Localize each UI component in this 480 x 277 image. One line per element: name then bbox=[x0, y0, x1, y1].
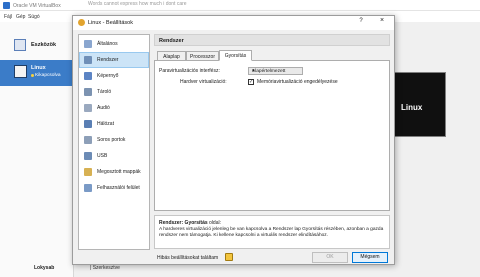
section-title: Rendszer bbox=[159, 37, 184, 44]
paravirt-label: Paravirtualizációs interfész: bbox=[159, 68, 220, 74]
chevron-down-icon: ▾ bbox=[252, 68, 255, 74]
section-header: Rendszer bbox=[154, 34, 390, 46]
background-snippet-text: Words cannot express how much i dont car… bbox=[88, 1, 187, 7]
category-display[interactable]: Képernyő bbox=[80, 69, 148, 83]
nested-paging-label: Memóriavirtualizáció engedélyezése bbox=[257, 79, 338, 85]
details-panel-right bbox=[388, 22, 480, 277]
category-network[interactable]: Hálózat bbox=[80, 117, 148, 131]
tools-label: Eszközök bbox=[31, 42, 57, 48]
category-label: Tároló bbox=[97, 89, 112, 95]
category-label: Hálózat bbox=[97, 121, 114, 127]
serial-ports-icon bbox=[84, 136, 92, 144]
vm-list-panel: Eszközök Linux Kikapcsolva bbox=[0, 22, 74, 277]
paravirt-select[interactable]: Alapértelmezett ▾ bbox=[248, 67, 303, 75]
ok-button[interactable]: OK bbox=[312, 252, 348, 263]
vm-state: Kikapcsolva bbox=[35, 73, 61, 78]
general-icon bbox=[84, 40, 92, 48]
invalid-settings-label: Hibás beállításokat találtam bbox=[157, 255, 219, 261]
nested-paging-checkbox[interactable]: ✓ bbox=[248, 79, 254, 85]
linux-vm-icon bbox=[14, 65, 27, 78]
category-label: Audió bbox=[97, 105, 110, 111]
network-icon bbox=[84, 120, 92, 128]
audio-icon bbox=[84, 104, 92, 112]
settings-dialog: Linux - Beállítások ? × Általános Rendsz… bbox=[72, 15, 395, 265]
info-heading-rest: oldal: bbox=[207, 220, 221, 226]
dialog-button-bar: Hibás beállításokat találtam OK Mégsem bbox=[73, 250, 394, 266]
info-heading-bold: Rendszer: Gyorsítás bbox=[159, 220, 208, 226]
manager-title: Oracle VM VirtualBox bbox=[13, 3, 61, 9]
category-label: Felhasználói felület bbox=[97, 185, 140, 191]
user-interface-icon bbox=[84, 184, 92, 192]
category-label: Soros portok bbox=[97, 137, 126, 143]
warning-icon[interactable] bbox=[225, 253, 233, 261]
storage-icon bbox=[84, 88, 92, 96]
category-audio[interactable]: Audió bbox=[80, 101, 148, 115]
category-general[interactable]: Általános bbox=[80, 37, 148, 51]
checkmark-icon: ✓ bbox=[249, 79, 254, 85]
close-button[interactable]: × bbox=[376, 17, 388, 29]
shared-folders-icon bbox=[84, 168, 92, 176]
vm-item-linux[interactable]: Linux Kikapcsolva bbox=[0, 60, 74, 86]
category-label: Rendszer bbox=[97, 57, 119, 63]
info-body: A hardveres virtualizáció jelenleg be va… bbox=[159, 227, 384, 238]
tools-icon bbox=[14, 39, 26, 51]
cancel-button[interactable]: Mégsem bbox=[352, 252, 388, 263]
tab-acceleration[interactable]: Gyorsítás bbox=[219, 50, 252, 61]
category-shared-folders[interactable]: Megosztott mappák bbox=[80, 165, 148, 179]
tab-label: Gyorsítás bbox=[224, 53, 247, 59]
category-user-interface[interactable]: Felhasználói felület bbox=[80, 181, 148, 195]
vm-preview: Linux bbox=[392, 72, 446, 137]
details-bottom-label: Lokysab bbox=[34, 265, 55, 271]
category-label: USB bbox=[97, 153, 108, 159]
menu-file[interactable]: Fájl bbox=[4, 14, 12, 20]
preview-text: Linux bbox=[401, 103, 423, 112]
vm-name: Linux bbox=[31, 65, 46, 71]
dialog-title: Linux - Beállítások bbox=[88, 20, 133, 26]
category-list: Általános Rendszer Képernyő Tároló Audió… bbox=[78, 34, 150, 250]
menu-help[interactable]: Súgó bbox=[28, 14, 40, 20]
hw-virt-label: Hardver virtualizáció: bbox=[180, 79, 227, 85]
dialog-title-bar: Linux - Beállítások ? × bbox=[73, 16, 394, 30]
category-serial-ports[interactable]: Soros portok bbox=[80, 133, 148, 147]
category-label: Megosztott mappák bbox=[97, 169, 141, 175]
acceleration-panel: Paravirtualizációs interfész: Alapértelm… bbox=[154, 60, 390, 211]
menu-machine[interactable]: Gép bbox=[16, 14, 25, 20]
category-label: Általános bbox=[97, 41, 118, 47]
manager-title-bar: Oracle VM VirtualBox bbox=[0, 0, 480, 11]
info-box: Rendszer: Gyorsítás oldal: A hardveres v… bbox=[154, 215, 390, 249]
settings-gear-icon bbox=[78, 19, 85, 26]
virtualbox-logo-icon bbox=[3, 2, 10, 9]
display-icon bbox=[84, 72, 92, 80]
system-icon bbox=[84, 56, 92, 64]
info-heading: Rendszer: Gyorsítás oldal: bbox=[159, 220, 221, 226]
help-button[interactable]: ? bbox=[356, 18, 366, 28]
category-storage[interactable]: Tároló bbox=[80, 85, 148, 99]
vm-state-icon bbox=[31, 74, 34, 77]
tools-item[interactable]: Eszközök bbox=[0, 36, 74, 56]
category-label: Képernyő bbox=[97, 73, 119, 79]
usb-icon bbox=[84, 152, 92, 160]
category-system[interactable]: Rendszer bbox=[79, 52, 149, 68]
category-usb[interactable]: USB bbox=[80, 149, 148, 163]
